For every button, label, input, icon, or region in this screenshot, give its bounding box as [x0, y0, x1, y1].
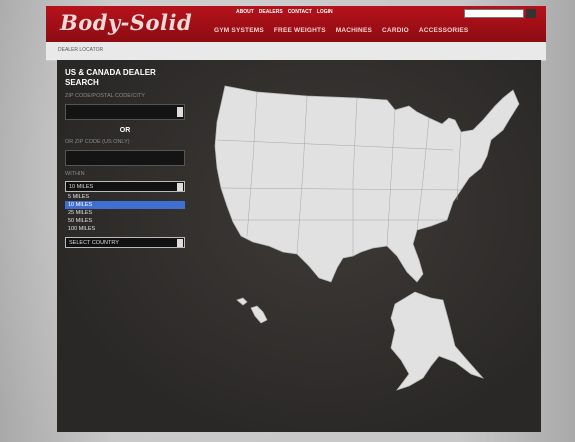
- radius-option-50[interactable]: 50 MILES: [65, 217, 185, 225]
- map-region-hawaii[interactable]: [236, 297, 248, 306]
- header-search-input[interactable]: [464, 9, 524, 18]
- location-input[interactable]: [65, 104, 185, 120]
- top-link-contact[interactable]: CONTACT: [288, 9, 312, 17]
- map-region-contiguous-us[interactable]: [214, 85, 520, 283]
- dealer-search-form: US & CANADA DEALER SEARCH ZIP CODE/POSTA…: [65, 68, 193, 248]
- or-divider: OR: [119, 127, 131, 134]
- nav-accessories[interactable]: ACCESSORIES: [419, 27, 469, 34]
- radius-option-100[interactable]: 100 MILES: [65, 225, 185, 233]
- country-select[interactable]: SELECT COUNTRY: [65, 237, 185, 248]
- radius-options: 5 MILES 10 MILES 25 MILES 50 MILES 100 M…: [65, 193, 185, 233]
- top-link-about[interactable]: ABOUT: [236, 9, 254, 17]
- top-link-dealers[interactable]: DEALERS: [259, 9, 283, 17]
- breadcrumb[interactable]: DEALER LOCATOR: [58, 47, 103, 53]
- zip-code-input[interactable]: [65, 150, 185, 166]
- dealer-map-panel: US & CANADA DEALER SEARCH ZIP CODE/POSTA…: [57, 60, 541, 432]
- site-logo[interactable]: Body-Solid: [60, 10, 192, 35]
- nav-machines[interactable]: MACHINES: [336, 27, 372, 34]
- top-link-login[interactable]: LOGIN: [317, 9, 333, 17]
- radius-option-10[interactable]: 10 MILES: [65, 201, 185, 209]
- top-links: ABOUT DEALERS CONTACT LOGIN: [236, 9, 406, 17]
- location-input-spinner[interactable]: [177, 107, 183, 117]
- map-region-hawaii-2[interactable]: [250, 305, 268, 324]
- country-select-value: SELECT COUNTRY: [69, 240, 119, 246]
- radius-option-5[interactable]: 5 MILES: [65, 193, 185, 201]
- nav-cardio[interactable]: CARDIO: [382, 27, 409, 34]
- nav-free-weights[interactable]: FREE WEIGHTS: [274, 27, 326, 34]
- chevron-down-icon[interactable]: [177, 239, 183, 247]
- radius-select[interactable]: 10 MILES: [65, 181, 185, 192]
- within-label: WITHIN: [65, 171, 85, 177]
- panel-title: US & CANADA DEALER SEARCH: [65, 68, 156, 87]
- radius-select-value: 10 MILES: [69, 184, 94, 190]
- map-region-alaska[interactable]: [390, 291, 485, 391]
- site-header: Body-Solid ABOUT DEALERS CONTACT LOGIN G…: [46, 6, 546, 43]
- nav-gym-systems[interactable]: GYM SYSTEMS: [214, 27, 264, 34]
- header-search-button[interactable]: [526, 9, 536, 18]
- zip-code-label: OR ZIP CODE (US ONLY): [65, 139, 130, 145]
- chevron-down-icon[interactable]: [177, 183, 183, 191]
- radius-option-25[interactable]: 25 MILES: [65, 209, 185, 217]
- breadcrumb-bar: DEALER LOCATOR: [46, 42, 546, 61]
- zip-label: ZIP CODE/POSTAL CODE/CITY: [65, 93, 145, 99]
- main-nav: GYM SYSTEMS FREE WEIGHTS MACHINES CARDIO…: [214, 27, 468, 34]
